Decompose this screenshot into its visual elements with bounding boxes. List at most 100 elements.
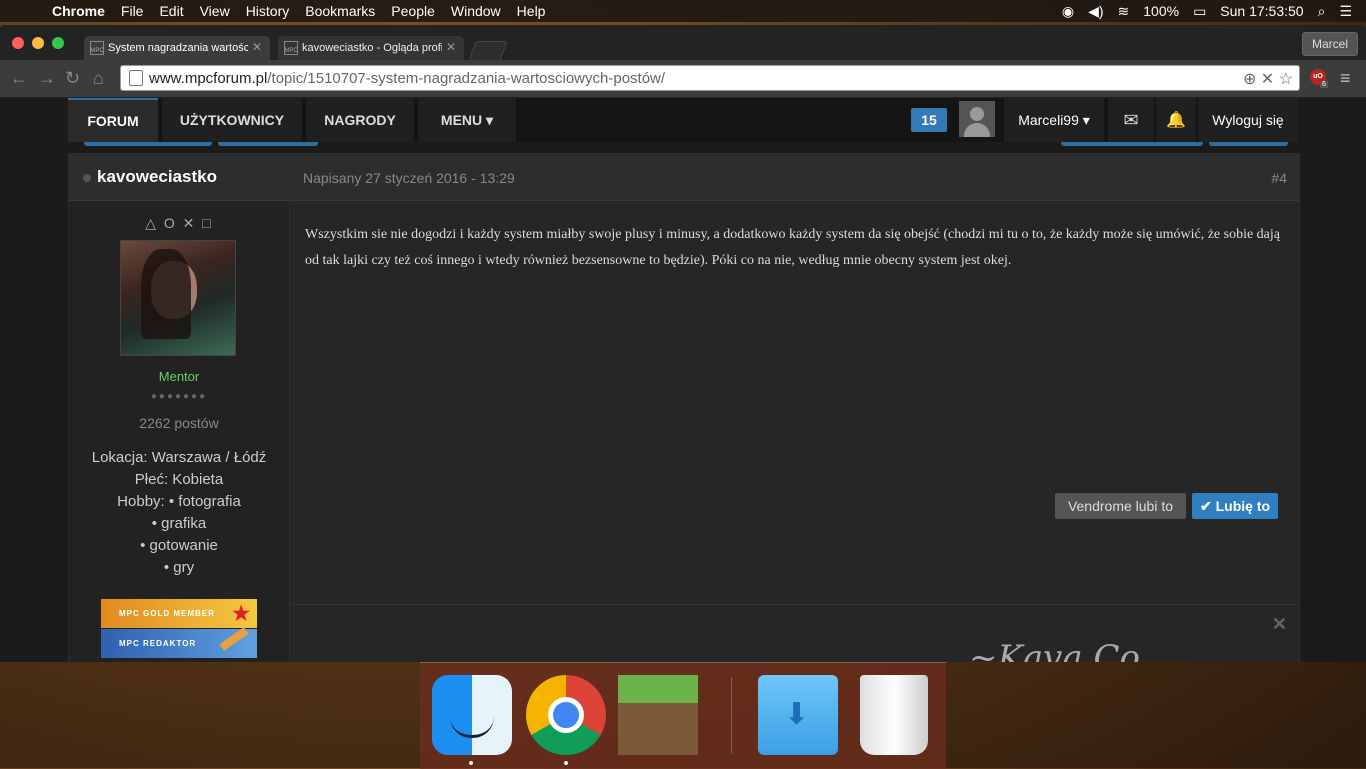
- wifi-icon[interactable]: ≋: [1118, 3, 1130, 20]
- post-number-link[interactable]: #4: [1271, 170, 1287, 186]
- signature-divider: [290, 604, 1299, 605]
- url-path: /topic/1510707-system-nagradzania-wartos…: [267, 69, 666, 87]
- minimize-window-button[interactable]: [32, 37, 44, 49]
- profile-button[interactable]: Marcel: [1301, 32, 1358, 56]
- button-strip[interactable]: [84, 142, 212, 146]
- button-strip[interactable]: [1209, 142, 1288, 146]
- volume-icon[interactable]: ◀): [1088, 3, 1103, 20]
- reload-icon[interactable]: ↻: [65, 68, 80, 89]
- notification-center-icon[interactable]: ☰: [1339, 3, 1352, 20]
- forum-post: kavoweciastko Napisany 27 styczeń 2016 -…: [68, 153, 1300, 662]
- signature-image: ~Kava Co: [969, 638, 1140, 662]
- profile-fields: Lokacja: Warszawa / Łódź Płeć: Kobieta H…: [69, 447, 289, 579]
- battery-label[interactable]: 100%: [1143, 3, 1179, 19]
- back-icon[interactable]: ←: [10, 68, 28, 89]
- user-title: △ O ✕ □: [145, 215, 213, 231]
- fullscreen-window-button[interactable]: [52, 37, 64, 49]
- trash-icon[interactable]: [860, 675, 928, 755]
- logout-link[interactable]: Wyloguj się: [1198, 98, 1298, 142]
- notification-count-badge[interactable]: 15: [911, 108, 947, 132]
- browser-window: MPC System nagradzania wartościowych ✕ M…: [0, 25, 1366, 662]
- tab-title: System nagradzania wartościowych: [108, 42, 248, 54]
- menu-bookmarks[interactable]: Bookmarks: [305, 3, 375, 19]
- mail-icon[interactable]: ✉: [1108, 98, 1154, 142]
- post-content: Wszystkim sie nie dogodzi i każdy system…: [305, 227, 1280, 268]
- award-label: MPC GOLD MEMBER: [119, 609, 215, 618]
- button-strip[interactable]: [1061, 142, 1203, 146]
- menu-file[interactable]: File: [121, 3, 144, 19]
- forum-nav: FORUM UŻYTKOWNICY NAGRODY MENU ▾ 15 Marc…: [68, 98, 1298, 142]
- nav-forum[interactable]: FORUM: [68, 98, 158, 142]
- tab-profile[interactable]: MPC kavoweciastko - Ogląda profil ✕: [278, 36, 464, 60]
- battery-icon[interactable]: ▭: [1193, 3, 1206, 20]
- button-strip[interactable]: [218, 142, 318, 146]
- forum-page: FORUM UŻYTKOWNICY NAGRODY MENU ▾ 15 Marc…: [0, 98, 1366, 662]
- award-label: MPC REDAKTOR: [119, 639, 197, 648]
- tab-topic[interactable]: MPC System nagradzania wartościowych ✕: [84, 36, 270, 60]
- menu-window[interactable]: Window: [451, 3, 501, 19]
- star-icon: ★: [232, 603, 251, 625]
- tab-title: kavoweciastko - Ogląda profil: [302, 42, 442, 54]
- close-tab-icon[interactable]: ✕: [446, 40, 456, 54]
- page-icon[interactable]: [129, 70, 143, 86]
- menu-edit[interactable]: Edit: [159, 3, 183, 19]
- pencil-icon: [219, 627, 249, 651]
- field-hobby: • gry: [163, 559, 195, 576]
- mpc-favicon-icon: MPC: [284, 41, 298, 55]
- menu-history[interactable]: History: [246, 3, 290, 19]
- award-redaktor: MPC REDAKTOR: [101, 627, 257, 658]
- chrome-icon[interactable]: [526, 675, 606, 755]
- nav-menu-label: MENU: [440, 112, 483, 128]
- finder-icon[interactable]: [432, 675, 512, 755]
- minecraft-icon[interactable]: [618, 675, 698, 755]
- author-avatar[interactable]: [120, 240, 236, 356]
- chrome-menu-icon[interactable]: ≡: [1340, 68, 1351, 89]
- user-group: Mentor: [158, 369, 200, 384]
- nav-menu[interactable]: MENU ▾: [418, 98, 516, 142]
- forward-icon[interactable]: →: [38, 68, 56, 89]
- field-hobby: Hobby: • fotografia: [117, 493, 241, 510]
- address-bar[interactable]: www.mpcforum.pl/topic/1510707-system-nag…: [120, 65, 1300, 91]
- user-menu[interactable]: Marceli99 ▾: [1004, 98, 1104, 142]
- field-gender: Płeć: Kobieta: [134, 471, 224, 488]
- field-hobby: • gotowanie: [140, 537, 218, 554]
- menu-help[interactable]: Help: [517, 3, 546, 19]
- nav-awards[interactable]: NAGRODY: [306, 98, 414, 142]
- extension-badge: 6: [1320, 81, 1328, 88]
- dock: [420, 662, 946, 769]
- downloads-folder-icon[interactable]: [758, 675, 838, 755]
- post-count: 2262 postów: [139, 415, 219, 431]
- post-header: kavoweciastko Napisany 27 styczeń 2016 -…: [69, 154, 1299, 201]
- like-button[interactable]: ✔ Lubię to: [1192, 493, 1278, 519]
- spotlight-icon[interactable]: ⌕: [1318, 3, 1326, 20]
- menu-view[interactable]: View: [200, 3, 230, 19]
- chevron-down-icon: ▾: [1078, 111, 1090, 128]
- post-author[interactable]: kavoweciastko: [97, 167, 217, 187]
- bell-icon[interactable]: 🔔: [1156, 98, 1196, 142]
- likes-info[interactable]: Vendrome lubi to: [1055, 493, 1186, 519]
- new-tab-button[interactable]: [468, 41, 508, 61]
- field-location: Lokacja: Warszawa / Łódź: [91, 449, 267, 466]
- close-tab-icon[interactable]: ✕: [252, 40, 262, 54]
- url-domain: www.mpcforum.pl: [149, 69, 268, 87]
- dock-separator: [731, 677, 732, 753]
- running-indicator: [469, 761, 473, 765]
- chevron-down-icon: ▾: [482, 111, 494, 128]
- status-dot-icon: [83, 174, 91, 182]
- menu-people[interactable]: People: [391, 3, 435, 19]
- menu-bar: Chrome File Edit View History Bookmarks …: [0, 0, 1366, 22]
- nav-users[interactable]: UŻYTKOWNICY: [162, 98, 302, 142]
- post-date: Napisany 27 styczeń 2016 - 13:29: [303, 170, 515, 186]
- activity-icon[interactable]: ◉: [1062, 3, 1074, 20]
- browser-toolbar: ← → ↻ ⌂ www.mpcforum.pl/topic/1510707-sy…: [0, 60, 1366, 98]
- author-sidebar: △ O ✕ □ Mentor ●●●●●●● 2262 postów Lokac…: [69, 201, 290, 662]
- zoom-icon[interactable]: ⊕ ✕ ☆: [1243, 69, 1293, 89]
- status-area: ◉ ◀) ≋ 100% ▭ Sun 17:53:50 ⌕ ☰: [1062, 0, 1366, 22]
- user-avatar[interactable]: [959, 101, 995, 137]
- clock[interactable]: Sun 17:53:50: [1220, 3, 1303, 19]
- close-icon[interactable]: ✕: [1272, 614, 1287, 635]
- home-icon[interactable]: ⌂: [93, 68, 104, 89]
- username-label: Marceli99: [1018, 112, 1079, 128]
- close-window-button[interactable]: [12, 37, 24, 49]
- menu-app[interactable]: Chrome: [52, 3, 105, 19]
